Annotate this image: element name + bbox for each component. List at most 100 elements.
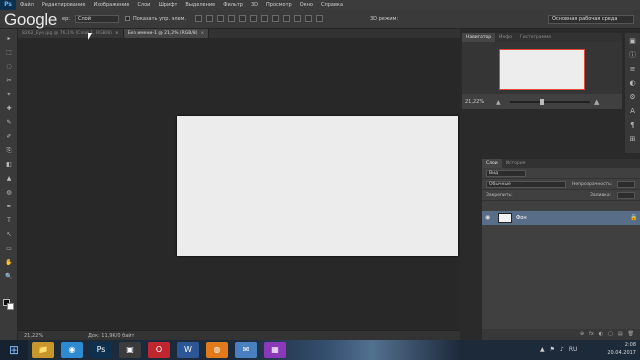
taskbar-app-icon[interactable]: 📁 [32,342,54,358]
blend-mode-select[interactable]: Обычные [486,181,566,188]
fill-input[interactable] [617,192,635,199]
navigator-zoom[interactable]: 21,22% [465,99,484,105]
close-icon[interactable]: × [115,31,119,36]
menu-item[interactable]: Шрифт [154,2,181,8]
panel-icon[interactable]: ⚙ [628,93,637,102]
tab-layers[interactable]: Слои [482,159,502,168]
panel-icon[interactable]: ◐ [628,79,637,88]
show-controls-checkbox[interactable] [125,16,130,21]
menu-item[interactable]: Редактирование [38,2,90,8]
tab-navigator[interactable]: Навигатор [462,33,496,42]
close-icon[interactable]: × [201,31,205,36]
panel-icon[interactable]: ¶ [628,121,637,130]
status-doc-size[interactable]: Док: 11,9K/0 байт [88,333,134,339]
status-zoom[interactable]: 21,22% [24,333,43,339]
layers-action-icon[interactable]: ◐ [599,331,603,338]
layers-action-icon[interactable]: ▢ [608,331,613,338]
tab-history[interactable]: История [502,159,530,168]
distribute-bottom-icon[interactable] [283,15,290,22]
taskbar-app-icon[interactable]: O [148,342,170,358]
tool-icon[interactable]: ✚ [4,105,14,113]
eye-icon[interactable]: ◉ [485,215,491,221]
taskbar-app-icon[interactable]: ◍ [206,342,228,358]
menu-item[interactable]: Фильтр [219,2,247,8]
navigator-preview[interactable] [462,42,622,94]
menu-item[interactable]: Окно [296,2,317,8]
align-bottom-icon[interactable] [217,15,224,22]
menu-item[interactable]: Выделение [181,2,219,8]
slider-handle[interactable] [540,99,545,105]
tray-icon[interactable]: ▲ [540,346,545,353]
layers-action-icon[interactable]: fx [589,331,594,338]
sample-select[interactable]: Слой [75,15,119,23]
tool-icon[interactable]: ✂ [4,77,14,85]
tool-icon[interactable]: ◍ [4,189,14,197]
align-left-icon[interactable] [228,15,235,22]
tool-icon[interactable]: ↖ [4,231,14,239]
tool-icon[interactable]: ✎ [4,119,14,127]
taskbar-app-icon[interactable]: Ps [90,342,112,358]
layers-action-icon[interactable]: 🗑 [628,331,634,338]
layer-filter-select[interactable]: Вид [486,170,526,177]
layers-action-icon[interactable]: ⊕ [580,331,584,338]
align-right-icon[interactable] [250,15,257,22]
align-top-icon[interactable] [195,15,202,22]
panel-icon[interactable]: ▣ [628,37,637,46]
layer-row-background[interactable]: ◉ Фон 🔒 [482,211,640,225]
panel-icon[interactable]: ⓘ [628,51,637,60]
doc-tab-eye[interactable]: 8262_Eye.jpg @ 76,1% (Слой 1, RGB/8) × [18,29,124,38]
tool-icon[interactable]: ◌ [4,63,14,71]
tray-icon[interactable]: RU [569,346,578,353]
menu-item[interactable]: Слои [133,2,154,8]
canvas-area[interactable] [18,38,460,330]
doc-tab-untitled[interactable]: Без имени-1 @ 21,2% (RGB/8) × [123,29,210,38]
zoom-in-icon[interactable]: ▲ [594,98,599,106]
tool-icon[interactable]: 🔍 [4,273,14,281]
taskbar-app-icon[interactable]: ▦ [264,342,286,358]
tab-info[interactable]: Инфо [495,33,516,42]
distribute-top-icon[interactable] [261,15,268,22]
menu-item[interactable]: Справка [317,2,347,8]
distribute-middle-icon[interactable] [272,15,279,22]
tool-icon[interactable]: ▲ [4,175,14,183]
taskbar-app-icon[interactable]: ✉ [235,342,257,358]
panel-icon[interactable]: ≡ [628,65,637,74]
taskbar-app-icon[interactable]: ▣ [119,342,141,358]
panel-icon[interactable]: ⊞ [628,135,637,144]
distribute-right-icon[interactable] [316,15,323,22]
tool-icon[interactable]: ✐ [4,133,14,141]
document-canvas[interactable] [177,116,458,256]
tool-icon[interactable]: ⬚ [4,49,14,57]
distribute-left-icon[interactable] [294,15,301,22]
tool-icon[interactable]: ▸ [4,35,14,43]
clock-date[interactable]: 20.04.2017 [600,350,636,356]
tool-icon[interactable]: ⌖ [4,91,14,99]
tool-icon[interactable]: ▭ [4,245,14,253]
tool-icon[interactable]: ✋ [4,259,14,267]
tray-icon[interactable]: ♪ [560,346,564,353]
menu-item[interactable]: Файл [16,2,38,8]
opacity-input[interactable] [617,181,635,188]
background-color-swatch[interactable] [7,303,14,310]
clock-time[interactable]: 2:08 [600,342,636,348]
align-middle-icon[interactable] [206,15,213,22]
menu-item[interactable]: 3D [247,2,262,8]
navigator-zoom-slider[interactable] [510,99,590,105]
layer-name[interactable]: Фон [516,215,527,221]
start-button[interactable]: ⊞ [0,340,28,360]
menu-item[interactable]: Просмотр [262,2,296,8]
zoom-out-icon[interactable]: ▲ [496,99,501,106]
tool-icon[interactable]: ⎘ [4,147,14,155]
workspace-select[interactable]: Основная рабочая среда [548,15,634,24]
layers-action-icon[interactable]: ▤ [618,331,623,338]
align-center-icon[interactable] [239,15,246,22]
tray-icon[interactable]: ⚑ [550,346,555,353]
tool-icon[interactable]: ✒ [4,203,14,211]
tool-icon[interactable]: ◧ [4,161,14,169]
distribute-center-icon[interactable] [305,15,312,22]
taskbar-app-icon[interactable]: ◉ [61,342,83,358]
navigator-view-box[interactable] [499,49,585,90]
tab-histogram[interactable]: Гистограмма [516,33,555,42]
menu-item[interactable]: Изображение [89,2,133,8]
tool-icon[interactable]: T [4,217,14,225]
